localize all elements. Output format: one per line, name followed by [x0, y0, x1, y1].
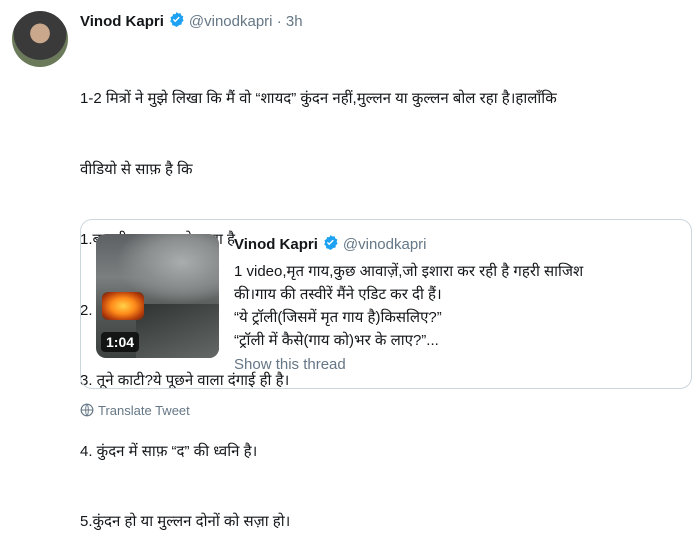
thumbnail-fire	[102, 292, 144, 320]
tweet-timestamp[interactable]: 3h	[286, 13, 303, 30]
quoted-tweet-card[interactable]: 1:04 Vinod Kapri @vinodkapri 1 video,मृत …	[80, 219, 692, 389]
tweet-text-line: 5.कुंदन हो या मुल्लन दोनों को सज़ा हो।	[80, 513, 291, 530]
quoted-author-name: Vinod Kapri	[234, 236, 318, 253]
show-thread-link[interactable]: Show this thread	[234, 356, 346, 373]
separator-dot: ·	[276, 13, 282, 30]
verified-badge-icon	[322, 234, 339, 255]
quoted-text-line: 1 video,मृत गाय,कुछ आवाज़ें,जो इशारा कर …	[234, 263, 584, 280]
author-handle[interactable]: @vinodkapri	[189, 13, 273, 30]
quoted-text-line: “ये ट्रॉली(जिसमें मृत गाय है)किसलिए?”	[234, 309, 442, 326]
thumbnail-road	[136, 304, 219, 358]
quoted-text-line: की।गाय की तस्वीरें मैंने एडिट कर दी हैं।	[234, 286, 442, 303]
tweet-text-line: 1-2 मित्रों ने मुझे लिखा कि मैं वो “शायद…	[80, 90, 557, 107]
author-name[interactable]: Vinod Kapri	[80, 13, 164, 30]
globe-icon	[80, 403, 94, 417]
tweet-header: Vinod Kapri @vinodkapri · 3h	[80, 11, 303, 32]
video-thumbnail[interactable]: 1:04	[96, 234, 219, 358]
quoted-text-line: “ट्रॉली में कैसे(गाय को)भर के लाए?”...	[234, 332, 439, 349]
quoted-tweet-header: Vinod Kapri @vinodkapri	[234, 234, 427, 255]
tweet-text-line: 4. कुंदन में साफ़ “द” की ध्वनि है।	[80, 442, 258, 460]
tweet-text-line: वीडियो से साफ़ है कि	[80, 160, 193, 178]
author-avatar[interactable]	[12, 11, 68, 67]
verified-badge-icon	[168, 11, 185, 32]
quoted-author-handle: @vinodkapri	[342, 236, 427, 253]
video-duration-badge: 1:04	[101, 332, 140, 352]
quoted-tweet-text: 1 video,मृत गाय,कुछ आवाज़ें,जो इशारा कर …	[234, 260, 684, 352]
